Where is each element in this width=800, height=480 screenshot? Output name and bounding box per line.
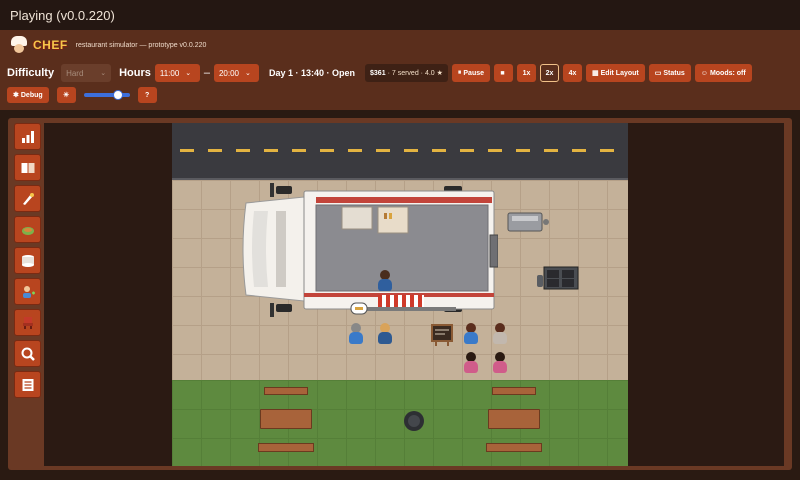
mood-face-icon: ☺ [700,69,708,77]
grill-equipment[interactable] [506,209,552,235]
layout-icon: ▦ [592,70,599,77]
moods-button[interactable]: ☺ Moods: off [694,64,752,82]
edit-layout-button[interactable]: ▦ Edit Layout [586,64,645,82]
customer[interactable] [349,323,363,345]
customer[interactable] [464,323,478,345]
hire-staff-icon [22,285,35,298]
sun-icon: ☀ [63,92,70,99]
status-button[interactable]: ▭ Status [648,64,691,82]
money-value: $361 [370,69,386,77]
difficulty-select[interactable]: Hard ⌄ [61,64,112,82]
bench[interactable] [258,443,314,452]
chef-character[interactable] [378,270,392,292]
close-time-value: 20:00 [218,68,239,78]
brightness-button[interactable]: ☀ [56,87,76,103]
sidebar-item-storage[interactable] [14,247,41,274]
speed-4x-button[interactable]: 4x [563,64,583,82]
volume-slider[interactable] [83,90,130,100]
customer[interactable] [378,323,392,345]
chevron-down-icon: ⌄ [100,70,107,77]
sidebar-item-recipes[interactable] [14,154,41,181]
app-tagline: restaurant simulator — prototype v0.0.22… [75,41,207,49]
close-time-select[interactable]: 20:00 ⌄ [213,64,259,82]
status-icon: ▭ [654,70,662,77]
bug-icon: ✱ [13,92,19,99]
food-truck[interactable] [238,183,498,323]
bench[interactable] [486,443,542,452]
stats-badge: $361 · 7 served · 4.0 ★ [365,64,448,82]
menu-list-icon [22,378,33,391]
chevron-down-icon: ⌄ [245,70,251,77]
customer[interactable] [464,352,478,374]
sidebar-item-stats[interactable] [14,123,41,150]
sidebar-item-hire[interactable] [14,278,41,305]
storage-barrel-icon [21,254,34,267]
served-rating: · 7 served · 4.0 ★ [387,70,443,77]
chef-mascot-icon [8,36,30,54]
trash-bin[interactable] [403,410,425,432]
window-titlebar: Playing (v0.0.220) [0,0,800,30]
stove-equipment[interactable] [536,265,580,291]
sidebar-item-food[interactable] [14,216,41,243]
day-status: Day 1 · 13:40 · Open [268,68,356,78]
sidebar-item-furniture[interactable] [14,309,41,336]
road [172,123,628,180]
control-bar: Difficulty Hard ⌄ Hours 11:00 ⌄ – 20:00 … [0,60,800,110]
logo-text: CHEF [33,38,68,52]
menu-board-sign[interactable] [430,323,454,347]
furniture-icon [22,316,33,329]
sidebar-item-inspect[interactable] [14,340,41,367]
stop-button[interactable]: ■ [494,64,514,82]
difficulty-value: Hard [66,68,84,78]
customer[interactable] [493,323,507,345]
food-tray-icon [21,226,34,235]
stop-icon: ■ [500,69,505,77]
tool-sidebar [14,123,42,402]
chevron-down-icon: ⌄ [185,70,192,77]
sidebar-item-menu[interactable] [14,371,41,398]
difficulty-label: Difficulty [7,67,55,79]
picnic-table[interactable] [488,409,540,429]
volume-slider-knob[interactable] [113,90,124,100]
open-time-value: 11:00 [159,68,180,78]
speed-1x-button[interactable]: 1x [517,64,537,82]
app-logo: CHEF [8,36,68,54]
recipe-book-icon [21,162,34,173]
open-time-select[interactable]: 11:00 ⌄ [154,64,200,82]
hours-separator: – [203,67,210,79]
grass-lawn [172,380,628,466]
game-world-view[interactable] [172,123,628,466]
pause-button[interactable]: ⏸ Pause [451,64,491,82]
picnic-table[interactable] [260,409,312,429]
debug-button[interactable]: ✱ Debug [7,87,49,103]
stats-chart-icon [21,130,34,143]
help-button[interactable]: ? [137,87,157,103]
inspect-magnifier-icon [21,347,35,361]
customer[interactable] [493,352,507,374]
window-title: Playing (v0.0.220) [10,7,115,23]
ingredient-icon [22,192,34,205]
sidebar-item-ingredients[interactable] [14,185,41,212]
hours-label: Hours [119,67,151,79]
bench[interactable] [492,387,536,395]
bench[interactable] [264,387,308,395]
app-header: CHEF restaurant simulator — prototype v0… [0,30,800,60]
pause-icon: ⏸ [457,69,462,76]
speed-2x-button[interactable]: 2x [540,64,560,82]
